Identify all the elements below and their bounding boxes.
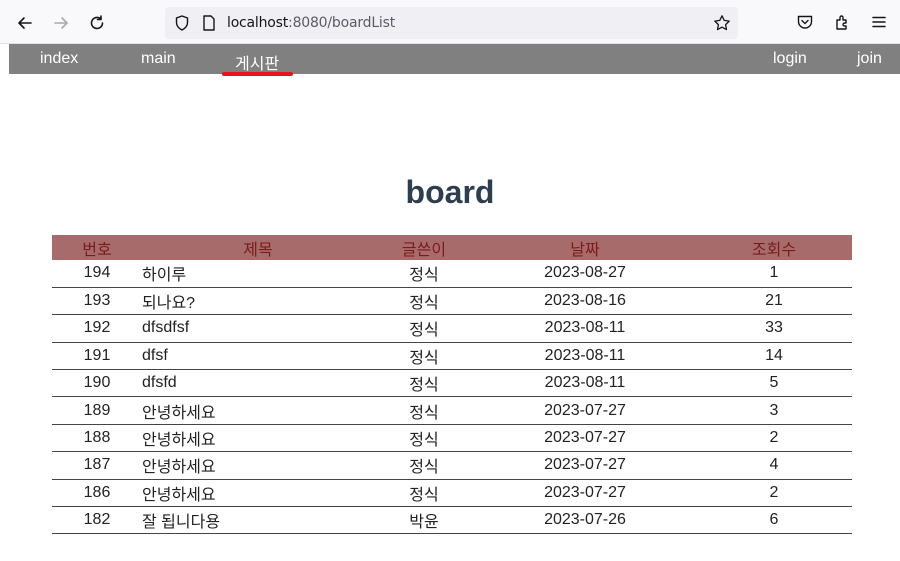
- cell-number: 182: [52, 506, 142, 535]
- cell-number: 193: [52, 287, 142, 316]
- cell-date: 2023-07-27: [474, 424, 696, 453]
- table-row: 182 잘 됩니다용 박윤 2023-07-26 6: [52, 506, 852, 535]
- table-header-row: 번호 제목 글쓴이 날짜 조회수: [52, 235, 852, 260]
- cell-title-link[interactable]: 잘 됩니다용: [142, 506, 374, 535]
- cell-writer: 정식: [374, 314, 474, 343]
- shield-icon[interactable]: [173, 14, 191, 32]
- cell-date: 2023-07-27: [474, 451, 696, 480]
- url-text[interactable]: localhost:8080/boardList: [227, 15, 395, 31]
- table-row: 191 dfsf 정식 2023-08-11 14: [52, 342, 852, 371]
- header-writer: 글쓴이: [374, 235, 474, 260]
- cell-number: 191: [52, 342, 142, 371]
- browser-toolbar: localhost:8080/boardList: [0, 0, 900, 44]
- site-nav: index main 게시판 login join: [9, 44, 900, 74]
- cell-number: 189: [52, 396, 142, 425]
- address-bar[interactable]: localhost:8080/boardList: [165, 7, 738, 39]
- cell-number: 192: [52, 314, 142, 343]
- cell-number: 188: [52, 424, 142, 453]
- table-row: 190 dfsfd 정식 2023-08-11 5: [52, 369, 852, 398]
- cell-date: 2023-08-11: [474, 342, 696, 371]
- cell-writer: 정식: [374, 424, 474, 453]
- cell-number: 194: [52, 260, 142, 288]
- cell-date: 2023-08-16: [474, 287, 696, 316]
- cell-date: 2023-08-11: [474, 314, 696, 343]
- board-table: 번호 제목 글쓴이 날짜 조회수 194 하이루 정식 2023-08-27 1…: [52, 235, 852, 535]
- cell-writer: 정식: [374, 287, 474, 316]
- cell-title-link[interactable]: 안녕하세요: [142, 451, 374, 480]
- cell-views: 1: [696, 260, 852, 288]
- back-icon[interactable]: [12, 10, 38, 36]
- cell-title-link[interactable]: 안녕하세요: [142, 396, 374, 425]
- cell-number: 187: [52, 451, 142, 480]
- nav-link-board[interactable]: 게시판: [235, 50, 279, 74]
- nav-link-join[interactable]: join: [857, 50, 882, 68]
- cell-views: 14: [696, 342, 852, 371]
- cell-writer: 정식: [374, 396, 474, 425]
- table-row: 193 되나요? 정식 2023-08-16 21: [52, 287, 852, 316]
- header-date: 날짜: [474, 235, 696, 260]
- cell-writer: 정식: [374, 451, 474, 480]
- cell-views: 6: [696, 506, 852, 535]
- header-title: 제목: [142, 235, 374, 260]
- bookmark-star-icon[interactable]: [713, 14, 731, 32]
- cell-views: 5: [696, 369, 852, 398]
- cell-writer: 정식: [374, 260, 474, 288]
- cell-writer: 정식: [374, 342, 474, 371]
- url-host: localhost: [227, 15, 289, 31]
- forward-icon[interactable]: [48, 10, 74, 36]
- table-row: 186 안녕하세요 정식 2023-07-27 2: [52, 479, 852, 508]
- table-row: 189 안녕하세요 정식 2023-07-27 3: [52, 396, 852, 425]
- page-title: board: [405, 174, 495, 210]
- url-path: :8080/boardList: [288, 15, 396, 31]
- table-row: 187 안녕하세요 정식 2023-07-27 4: [52, 451, 852, 480]
- cell-views: 21: [696, 287, 852, 316]
- nav-link-index[interactable]: index: [40, 50, 78, 68]
- page-info-icon[interactable]: [201, 14, 217, 32]
- extensions-icon[interactable]: [834, 13, 852, 31]
- cell-title-link[interactable]: 되나요?: [142, 287, 374, 316]
- cell-writer: 정식: [374, 369, 474, 398]
- cell-views: 3: [696, 396, 852, 425]
- cell-title-link[interactable]: dfsdfsf: [142, 314, 374, 343]
- cell-title-link[interactable]: 하이루: [142, 260, 374, 288]
- reload-icon[interactable]: [84, 10, 110, 36]
- cell-views: 4: [696, 451, 852, 480]
- cell-date: 2023-07-26: [474, 506, 696, 535]
- cell-title-link[interactable]: dfsfd: [142, 369, 374, 398]
- cell-title-link[interactable]: 안녕하세요: [142, 424, 374, 453]
- cell-views: 2: [696, 479, 852, 508]
- cell-date: 2023-08-27: [474, 260, 696, 288]
- pocket-icon[interactable]: [796, 13, 814, 31]
- cell-date: 2023-08-11: [474, 369, 696, 398]
- cell-title-link[interactable]: dfsf: [142, 342, 374, 371]
- header-views: 조회수: [696, 235, 852, 260]
- cell-writer: 정식: [374, 479, 474, 508]
- cell-views: 33: [696, 314, 852, 343]
- cell-writer: 박윤: [374, 506, 474, 535]
- cell-date: 2023-07-27: [474, 479, 696, 508]
- cell-date: 2023-07-27: [474, 396, 696, 425]
- cell-number: 190: [52, 369, 142, 398]
- nav-link-login[interactable]: login: [773, 50, 807, 68]
- cell-views: 2: [696, 424, 852, 453]
- table-row: 192 dfsdfsf 정식 2023-08-11 33: [52, 314, 852, 343]
- cell-title-link[interactable]: 안녕하세요: [142, 479, 374, 508]
- cell-number: 186: [52, 479, 142, 508]
- nav-link-main[interactable]: main: [141, 50, 176, 68]
- menu-icon[interactable]: [870, 13, 888, 31]
- table-row: 194 하이루 정식 2023-08-27 1: [52, 260, 852, 288]
- active-nav-indicator: [222, 72, 293, 76]
- header-number: 번호: [52, 235, 142, 260]
- table-row: 188 안녕하세요 정식 2023-07-27 2: [52, 424, 852, 453]
